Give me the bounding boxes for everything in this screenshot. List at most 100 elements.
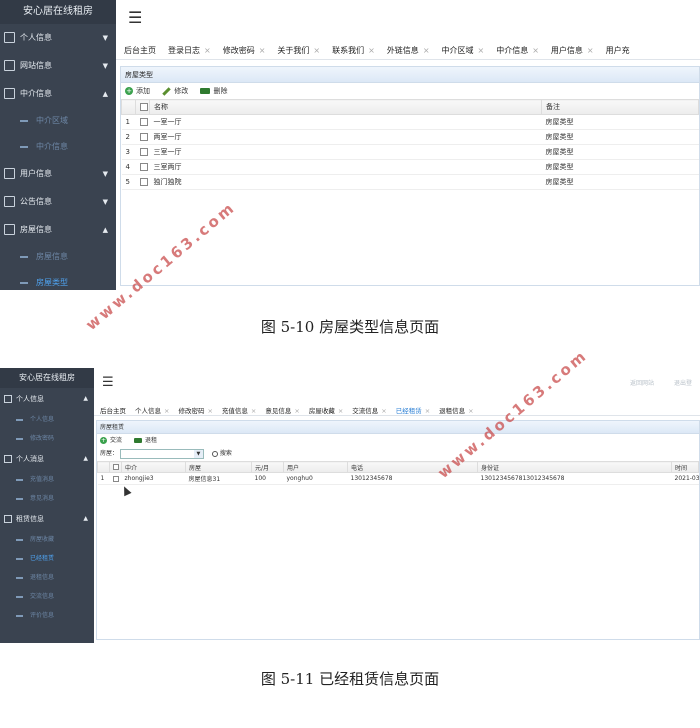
column-name[interactable]: 名称 [149, 99, 542, 115]
sidebar-item[interactable]: 个人信息 ▲ [0, 388, 94, 410]
close-icon[interactable]: × [259, 46, 266, 55]
sidebar-subitem[interactable]: 房屋类型 [0, 270, 116, 290]
menu-icon [4, 224, 15, 235]
close-icon[interactable]: × [204, 46, 211, 55]
row-checkbox[interactable] [109, 472, 122, 485]
sidebar-subitem[interactable]: 中介信息 [0, 134, 116, 160]
sidebar-item[interactable]: 公告信息 ▼ [0, 188, 116, 216]
tab-item[interactable]: 登录日志 × [160, 40, 215, 59]
sidebar-item[interactable]: 网站信息 ▼ [0, 52, 116, 80]
sidebar-item[interactable]: 用户信息 ▼ [0, 160, 116, 188]
sidebar-subitem[interactable]: 退租信息 [0, 568, 94, 587]
table-row[interactable]: 4 三室两厅 房屋类型 [121, 159, 699, 175]
close-icon[interactable]: × [207, 407, 212, 415]
row-checkbox[interactable] [135, 144, 150, 160]
row-checkbox[interactable] [135, 174, 150, 190]
sidebar-subitem[interactable]: 房屋信息 [0, 244, 116, 270]
row-checkbox[interactable] [135, 129, 150, 145]
tab-item[interactable]: 个人信息 × [129, 402, 172, 415]
sidebar-item-label: 用户信息 [20, 169, 52, 178]
tab-item[interactable]: 交流信息 × [346, 402, 389, 415]
sidebar-subitem[interactable]: 交流信息 [0, 587, 94, 606]
back-to-site-link[interactable]: 返回网站 [630, 378, 654, 387]
tab-item[interactable]: 退租信息 × [433, 402, 476, 415]
tab-item[interactable]: 中介区域 × [434, 40, 489, 59]
refund-button[interactable]: 退租 [133, 434, 157, 447]
sidebar-subitem[interactable]: 已经租赁 [0, 549, 94, 568]
close-icon[interactable]: × [423, 46, 430, 55]
tab-item[interactable]: 已经租赁 × [390, 402, 433, 415]
close-icon[interactable]: × [587, 46, 594, 55]
close-icon[interactable]: × [338, 407, 343, 415]
column-header[interactable]: 中介 [121, 461, 186, 473]
table-row[interactable]: 5 独门独院 房屋类型 [121, 174, 699, 190]
close-icon[interactable]: × [294, 407, 299, 415]
close-icon[interactable]: × [381, 407, 386, 415]
tab-label: 修改密码 [178, 407, 205, 415]
exchange-button[interactable]: + 交流 [100, 434, 122, 447]
column-header[interactable]: 时间 [671, 461, 699, 473]
column-header[interactable]: 用户 [283, 461, 348, 473]
sidebar-item[interactable]: 房屋信息 ▲ [0, 216, 116, 244]
tab-item[interactable]: 房屋收藏 × [303, 402, 346, 415]
sidebar-item[interactable]: 个人消息 ▲ [0, 448, 94, 470]
close-icon[interactable]: × [164, 407, 169, 415]
sidebar-subitem[interactable]: 修改密码 [0, 429, 94, 448]
tab-item[interactable]: 修改密码 × [172, 402, 215, 415]
tab-item[interactable]: 充值信息 × [216, 402, 259, 415]
close-icon[interactable]: × [251, 407, 256, 415]
tab-item[interactable]: 后台主页 [116, 40, 160, 59]
tab-item[interactable]: 用户信息 × [543, 40, 598, 59]
table-row[interactable]: 2 两室一厅 房屋类型 [121, 129, 699, 145]
tab-item[interactable]: 关于我们 × [269, 40, 324, 59]
tab-item[interactable]: 后台主页 [94, 402, 129, 415]
select-all-checkbox[interactable] [135, 99, 150, 115]
column-note[interactable]: 备注 [541, 99, 699, 115]
tab-item[interactable]: 修改密码 × [215, 40, 270, 59]
logout-link[interactable]: 退出登 [674, 378, 692, 387]
sidebar-subitem[interactable]: 意见消息 [0, 489, 94, 508]
hamburger-menu-icon[interactable]: ☰ [128, 8, 142, 27]
hamburger-menu-icon[interactable]: ☰ [102, 375, 114, 390]
row-checkbox[interactable] [135, 159, 150, 175]
house-select[interactable]: ▼ [119, 448, 204, 459]
column-header[interactable]: 房屋 [185, 461, 252, 473]
table-row[interactable]: 1 一室一厅 房屋类型 [121, 114, 699, 130]
table-row[interactable]: 1 zhongjie3 房屋信息31 100 yonghu0 13012345678 130… [97, 472, 699, 485]
column-header[interactable]: 元/月 [251, 461, 284, 473]
close-icon[interactable]: × [313, 46, 320, 55]
tab-label: 联系我们 [332, 46, 365, 55]
delete-button[interactable]: 删除 [200, 83, 227, 99]
row-number: 3 [121, 144, 136, 160]
sidebar-item-label: 个人消息 [16, 455, 44, 463]
sidebar-item[interactable]: 中介信息 ▲ [0, 80, 116, 108]
search-button[interactable]: 搜索 [211, 447, 232, 461]
close-icon[interactable]: × [425, 407, 430, 415]
sidebar-subitem[interactable]: 个人信息 [0, 410, 94, 429]
close-icon[interactable]: × [468, 407, 473, 415]
tab-item[interactable]: 联系我们 × [324, 40, 379, 59]
edit-button[interactable]: 修改 [162, 83, 188, 99]
tab-item[interactable]: 中介信息 × [488, 40, 543, 59]
sidebar-subitem[interactable]: 充值消息 [0, 470, 94, 489]
sidebar-subitem[interactable]: 房屋收藏 [0, 530, 94, 549]
close-icon[interactable]: × [478, 46, 485, 55]
app-title: 安心居在线租房 [0, 368, 94, 388]
sidebar-subitem[interactable]: 中介区域 [0, 108, 116, 134]
column-header[interactable]: 身份证 [477, 461, 672, 473]
row-checkbox[interactable] [135, 114, 150, 130]
tab-item[interactable]: 用户充 [598, 40, 634, 59]
sidebar-item[interactable]: 个人信息 ▼ [0, 24, 116, 52]
sidebar-item-label: 租赁信息 [16, 515, 44, 523]
sidebar-subitem[interactable]: 评价信息 [0, 606, 94, 625]
tab-item[interactable]: 外链信息 × [379, 40, 434, 59]
tab-item[interactable]: 意见信息 × [259, 402, 302, 415]
chevron-up-icon: ▲ [83, 455, 88, 462]
close-icon[interactable]: × [368, 46, 375, 55]
table-row[interactable]: 3 三室一厅 房屋类型 [121, 144, 699, 160]
add-button[interactable]: + 添加 [125, 83, 150, 99]
close-icon[interactable]: × [532, 46, 539, 55]
sidebar-item[interactable]: 租赁信息 ▲ [0, 508, 94, 530]
select-all-checkbox[interactable] [109, 461, 122, 473]
menu-icon [4, 515, 12, 523]
